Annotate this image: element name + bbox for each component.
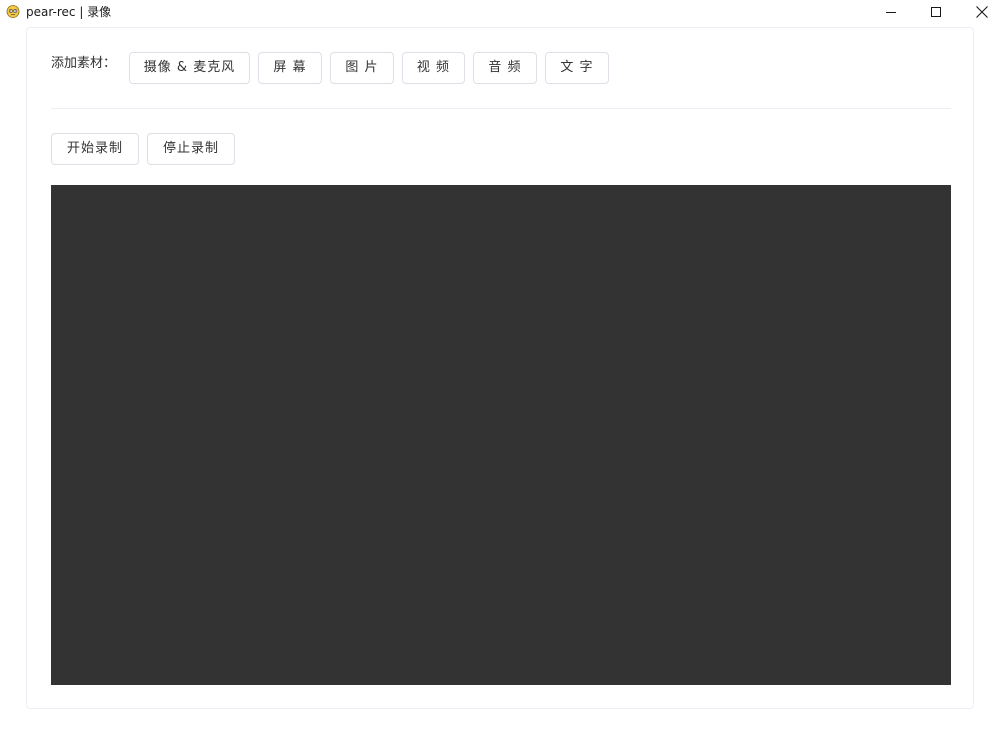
maximize-icon: [931, 7, 941, 17]
add-materials-label: 添加素材：: [51, 56, 117, 71]
add-camera-mic-button[interactable]: 摄像 & 麦克风: [129, 52, 250, 84]
recorder-card: 添加素材： 摄像 & 麦克风 屏 幕 图 片 视 频 音 频 文 字 开始录制 …: [26, 27, 974, 709]
add-audio-button[interactable]: 音 频: [473, 52, 537, 84]
title-bar: pear-rec | 录像: [0, 0, 1001, 24]
add-video-button[interactable]: 视 频: [402, 52, 465, 84]
add-text-button[interactable]: 文 字: [545, 52, 609, 84]
minimize-icon: [886, 12, 896, 13]
stop-recording-button[interactable]: 停止录制: [147, 133, 235, 165]
divider: [51, 108, 951, 109]
close-button[interactable]: [959, 0, 1001, 24]
start-recording-button[interactable]: 开始录制: [51, 133, 139, 165]
minimize-button[interactable]: [868, 0, 914, 24]
window-title: pear-rec | 录像: [26, 5, 112, 19]
add-screen-button[interactable]: 屏 幕: [258, 52, 322, 84]
recording-preview-canvas[interactable]: [51, 185, 951, 685]
add-image-button[interactable]: 图 片: [330, 52, 394, 84]
maximize-button[interactable]: [913, 0, 959, 24]
close-icon: [976, 6, 988, 18]
pear-rec-logo-icon: [6, 5, 20, 18]
